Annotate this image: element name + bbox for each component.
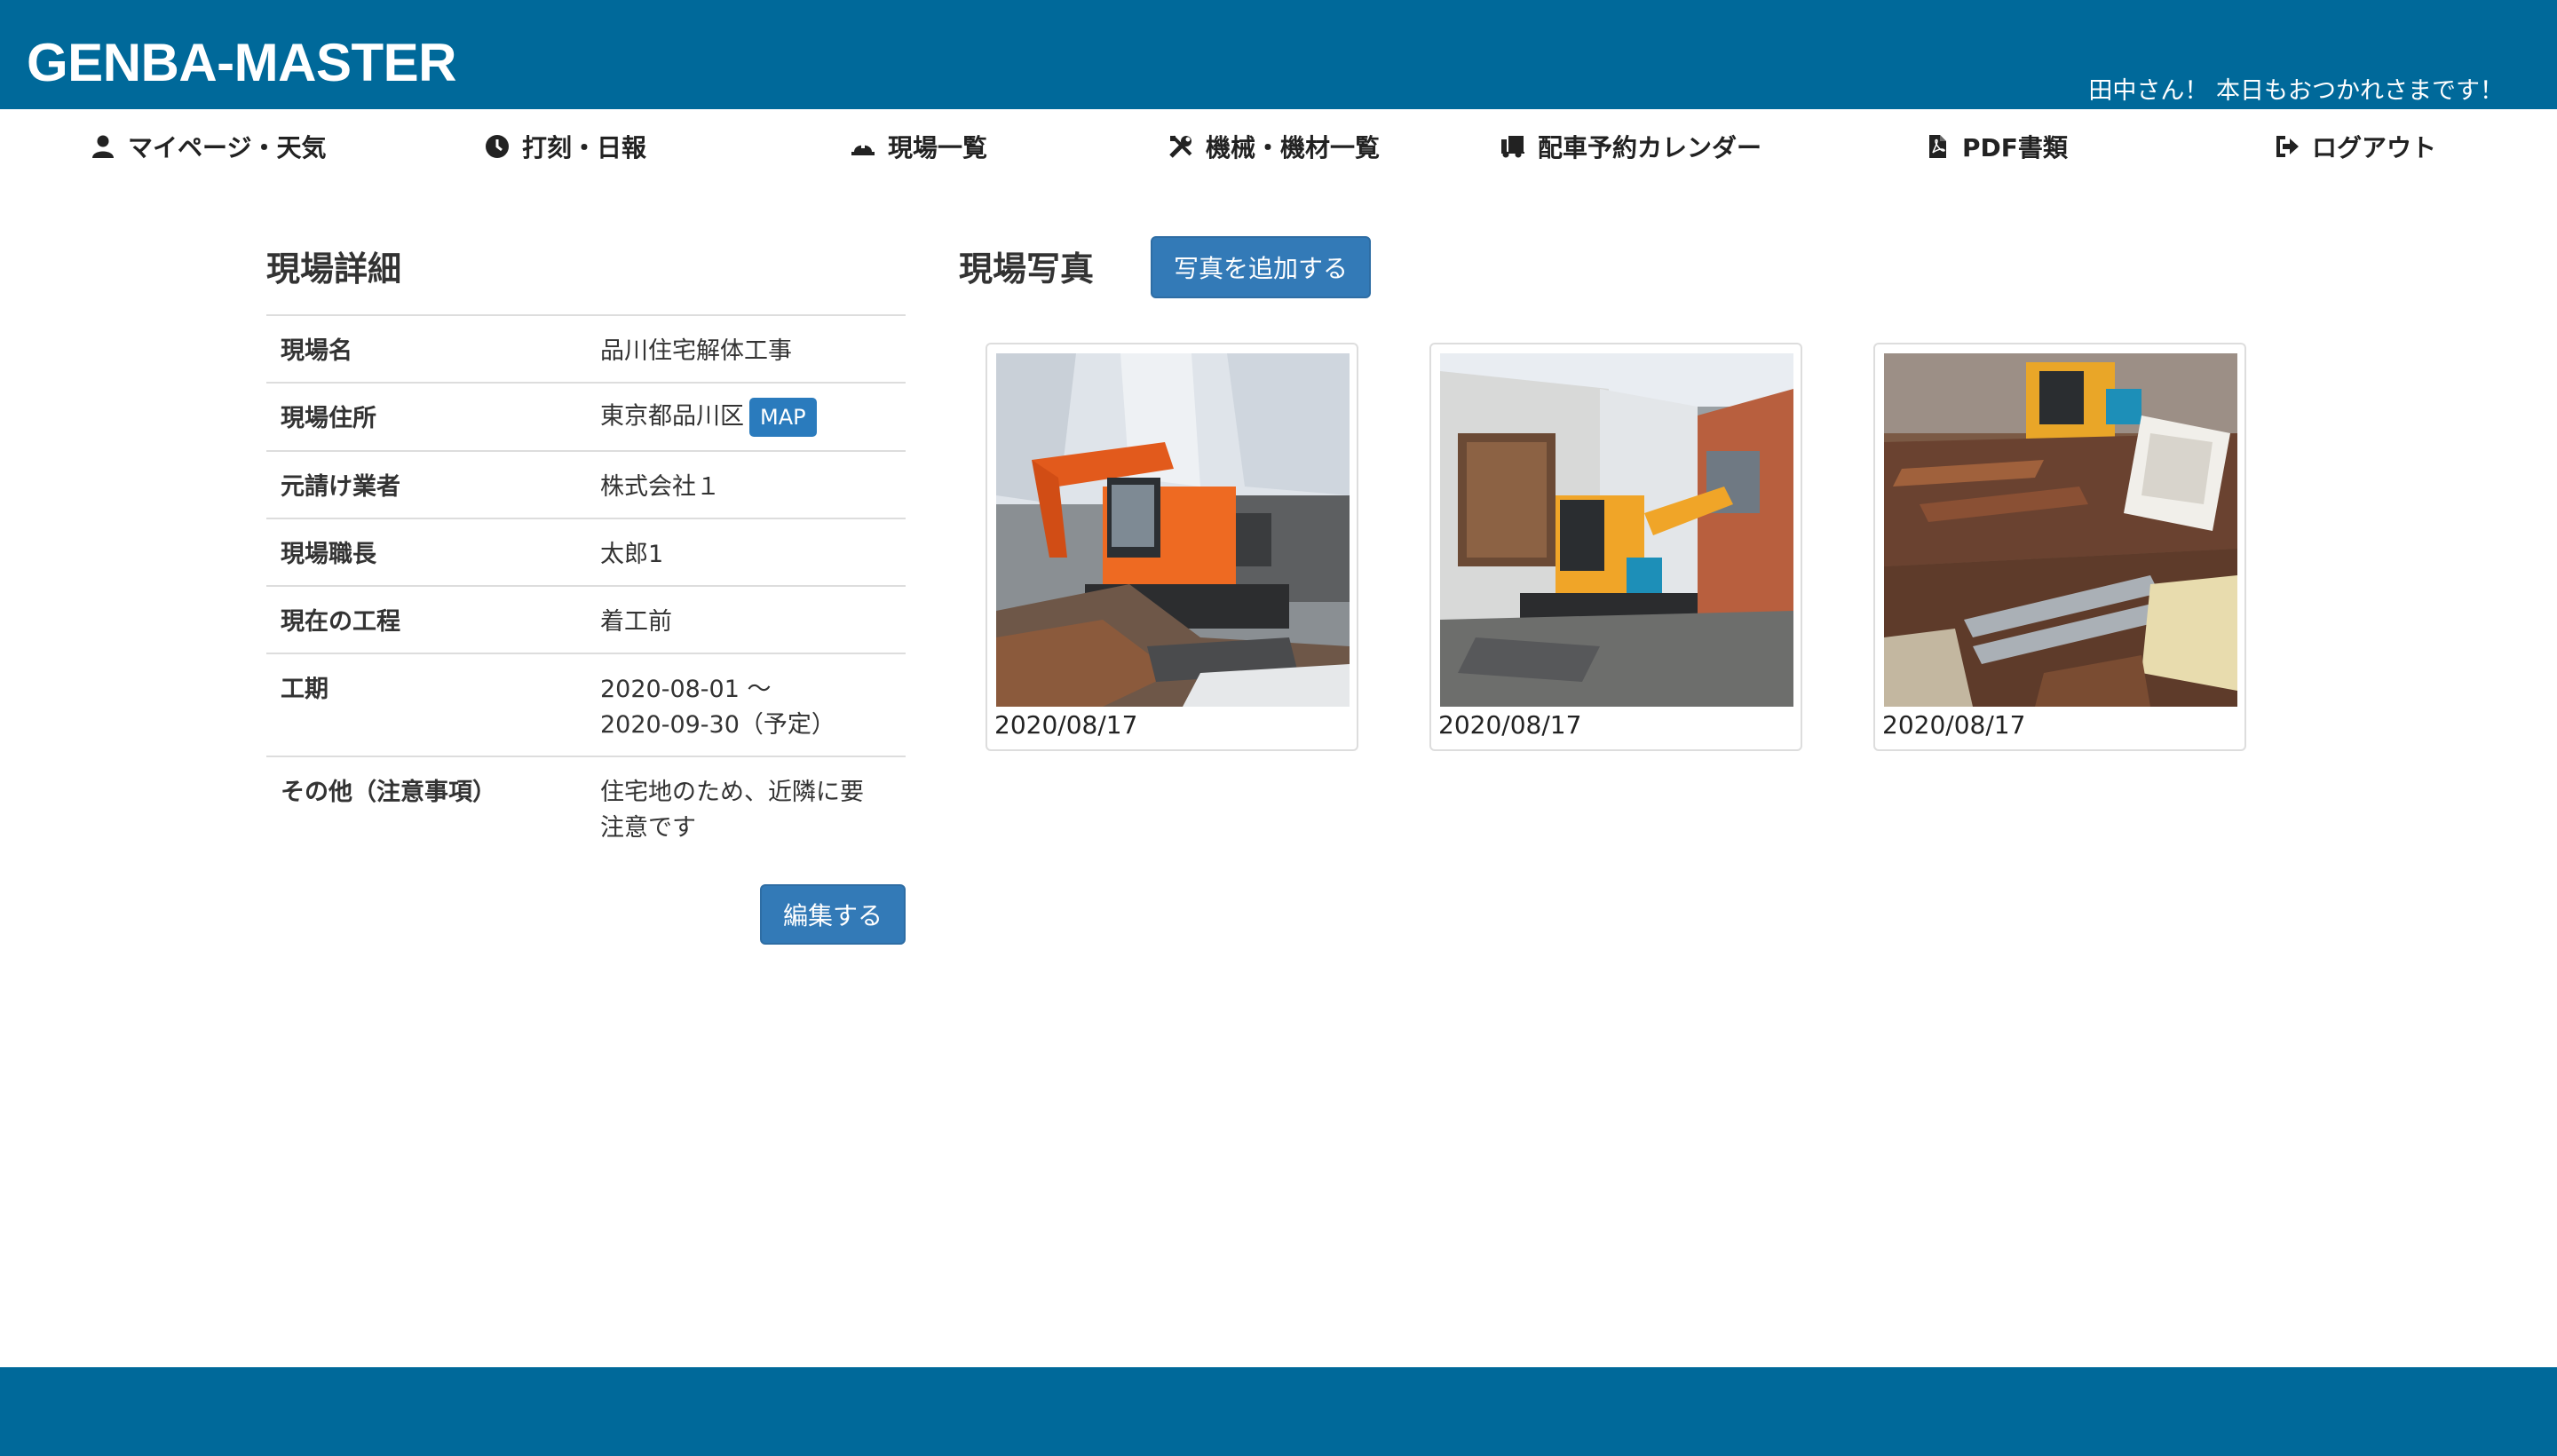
site-detail-title: 現場詳細 <box>266 249 402 289</box>
field-label: 現場職長 <box>266 518 586 586</box>
photo-date: 2020/08/17 <box>1882 710 2026 740</box>
table-row: 元請け業者 株式会社１ <box>266 450 906 518</box>
nav-item-label: 配車予約カレンダー <box>1538 133 1762 162</box>
nav-item-machines[interactable]: 機械・機材一覧 <box>1168 129 1380 164</box>
nav-item-timecard[interactable]: 打刻・日報 <box>485 129 646 164</box>
nav-item-logout[interactable]: ログアウト <box>2275 129 2436 164</box>
pdf-file-icon <box>1925 134 1950 159</box>
truck-icon <box>1500 134 1525 159</box>
nav-item-label: 機械・機材一覧 <box>1206 133 1381 162</box>
table-row: その他（注意事項） 住宅地のため、近隣に要 注意です <box>266 756 906 859</box>
table-row: 現場職長 太郎1 <box>266 518 906 586</box>
add-photo-button[interactable]: 写真を追加する <box>1151 236 1371 298</box>
user-greeting: 田中さん！ 本日もおつかれさまです！ <box>2088 77 2504 105</box>
nav-item-vehicle-calendar[interactable]: 配車予約カレンダー <box>1500 129 1761 164</box>
site-address-cell: 東京都品川区 MAP <box>586 382 906 451</box>
field-label: 元請け業者 <box>266 450 586 518</box>
tools-icon <box>1168 134 1193 159</box>
nav-item-label: ログアウト <box>2312 133 2437 162</box>
nav-item-label: 現場一覧 <box>888 133 988 162</box>
site-detail-table: 現場名 品川住宅解体工事 現場住所 東京都品川区 MAP 元請け業者 株式会社１ … <box>266 314 906 859</box>
field-label: 現在の工程 <box>266 585 586 653</box>
work-period-value: 2020-08-01 〜 2020-09-30（予定） <box>586 653 906 756</box>
nav-item-label: PDF書類 <box>1962 133 2068 162</box>
user-icon <box>91 134 115 159</box>
photo-card[interactable]: 2020/08/17 <box>1429 343 1802 751</box>
edit-button[interactable]: 編集する <box>760 884 906 945</box>
hardhat-icon <box>851 134 875 159</box>
map-button[interactable]: MAP <box>749 398 817 437</box>
table-row: 現場名 品川住宅解体工事 <box>266 314 906 383</box>
main-nav: マイページ・天気 打刻・日報 現場一覧 機械・機材一覧 配車予約カレンダー PD… <box>0 109 2557 184</box>
period-end: 2020-09-30（予定） <box>600 711 835 739</box>
photo-date: 2020/08/17 <box>994 710 1138 740</box>
photo-card[interactable]: 2020/08/17 <box>1873 343 2246 751</box>
site-name-value: 品川住宅解体工事 <box>586 314 906 383</box>
field-label: 現場住所 <box>266 382 586 451</box>
notes-line: 注意です <box>600 814 696 842</box>
table-row: 現場住所 東京都品川区 MAP <box>266 382 906 451</box>
photo-date: 2020/08/17 <box>1438 710 1582 740</box>
foreman-value: 太郎1 <box>586 518 906 586</box>
current-process-value: 着工前 <box>586 585 906 653</box>
yellow-mini-excavator-photo[interactable] <box>1440 353 1793 707</box>
table-row: 工期 2020-08-01 〜 2020-09-30（予定） <box>266 653 906 756</box>
nav-item-mypage[interactable]: マイページ・天気 <box>91 129 326 164</box>
notes-line: 住宅地のため、近隣に要 <box>600 779 864 806</box>
logout-icon <box>2275 134 2300 159</box>
table-row: 現在の工程 着工前 <box>266 585 906 653</box>
nav-item-label: 打刻・日報 <box>522 133 647 162</box>
nav-item-sites[interactable]: 現場一覧 <box>851 129 987 164</box>
footer-bar <box>0 1367 2557 1456</box>
nav-item-label: マイページ・天気 <box>128 133 327 162</box>
site-photos-title: 現場写真 <box>959 249 1095 289</box>
clock-icon <box>485 134 510 159</box>
period-start: 2020-08-01 〜 <box>600 676 772 703</box>
field-label: 現場名 <box>266 314 586 383</box>
notes-value: 住宅地のため、近隣に要 注意です <box>586 756 906 859</box>
nav-item-pdf[interactable]: PDF書類 <box>1925 129 2068 164</box>
prime-contractor-value: 株式会社１ <box>586 450 906 518</box>
top-header: GENBA-MASTER 田中さん！ 本日もおつかれさまです！ <box>0 0 2557 109</box>
site-address-value: 東京都品川区 <box>600 402 744 431</box>
field-label: 工期 <box>266 653 586 756</box>
field-label: その他（注意事項） <box>266 756 586 859</box>
orange-excavator-photo[interactable] <box>996 353 1350 707</box>
demolition-debris-photo[interactable] <box>1884 353 2237 707</box>
photo-card[interactable]: 2020/08/17 <box>986 343 1358 751</box>
brand-logo[interactable]: GENBA-MASTER <box>27 32 457 93</box>
